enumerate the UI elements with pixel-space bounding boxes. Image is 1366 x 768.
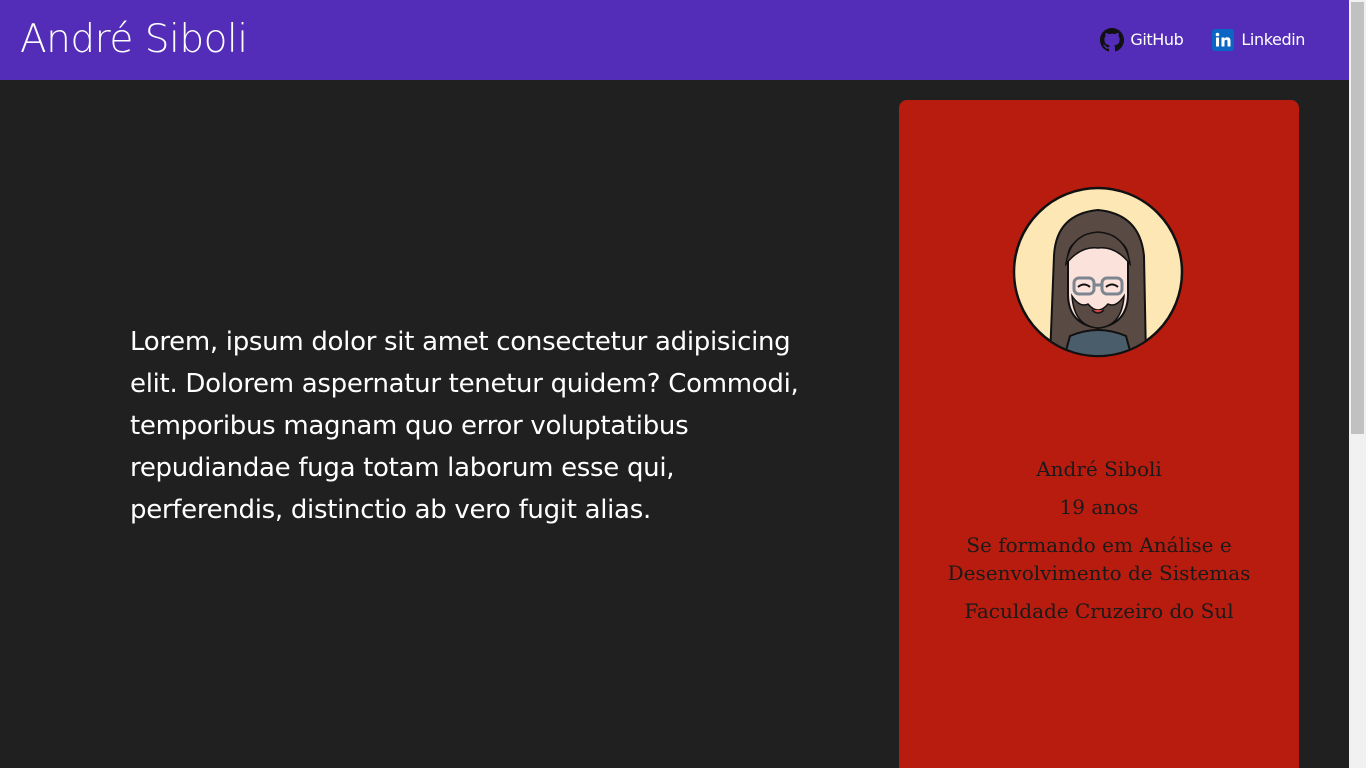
profile-age: 19 anos	[1059, 495, 1139, 519]
site-brand[interactable]: André Siboli	[20, 13, 248, 67]
profile-card: André Siboli 19 anos Se formando em Anál…	[899, 100, 1299, 768]
avatar	[1012, 186, 1184, 358]
linkedin-label: Linkedin	[1241, 30, 1305, 49]
intro-text: Lorem, ipsum dolor sit amet consectetur …	[130, 327, 799, 525]
github-link[interactable]: GitHub	[1100, 24, 1184, 56]
top-header: André Siboli GitHub Linkedin	[0, 0, 1349, 80]
linkedin-icon	[1211, 28, 1235, 52]
scrollbar-thumb[interactable]	[1351, 2, 1364, 434]
vertical-scrollbar[interactable]	[1349, 0, 1366, 768]
social-nav: GitHub Linkedin	[1100, 24, 1305, 56]
linkedin-link[interactable]: Linkedin	[1211, 24, 1305, 56]
profile-school: Faculdade Cruzeiro do Sul	[964, 599, 1234, 623]
github-label: GitHub	[1130, 30, 1184, 49]
profile-info: André Siboli 19 anos Se formando em Anál…	[899, 455, 1299, 635]
profile-course: Se formando em Análise e Desenvolvimento…	[947, 533, 1251, 585]
github-icon	[1100, 28, 1125, 52]
page: André Siboli GitHub Linkedin Lorem, ipsu…	[0, 0, 1366, 768]
profile-name: André Siboli	[1036, 457, 1162, 481]
